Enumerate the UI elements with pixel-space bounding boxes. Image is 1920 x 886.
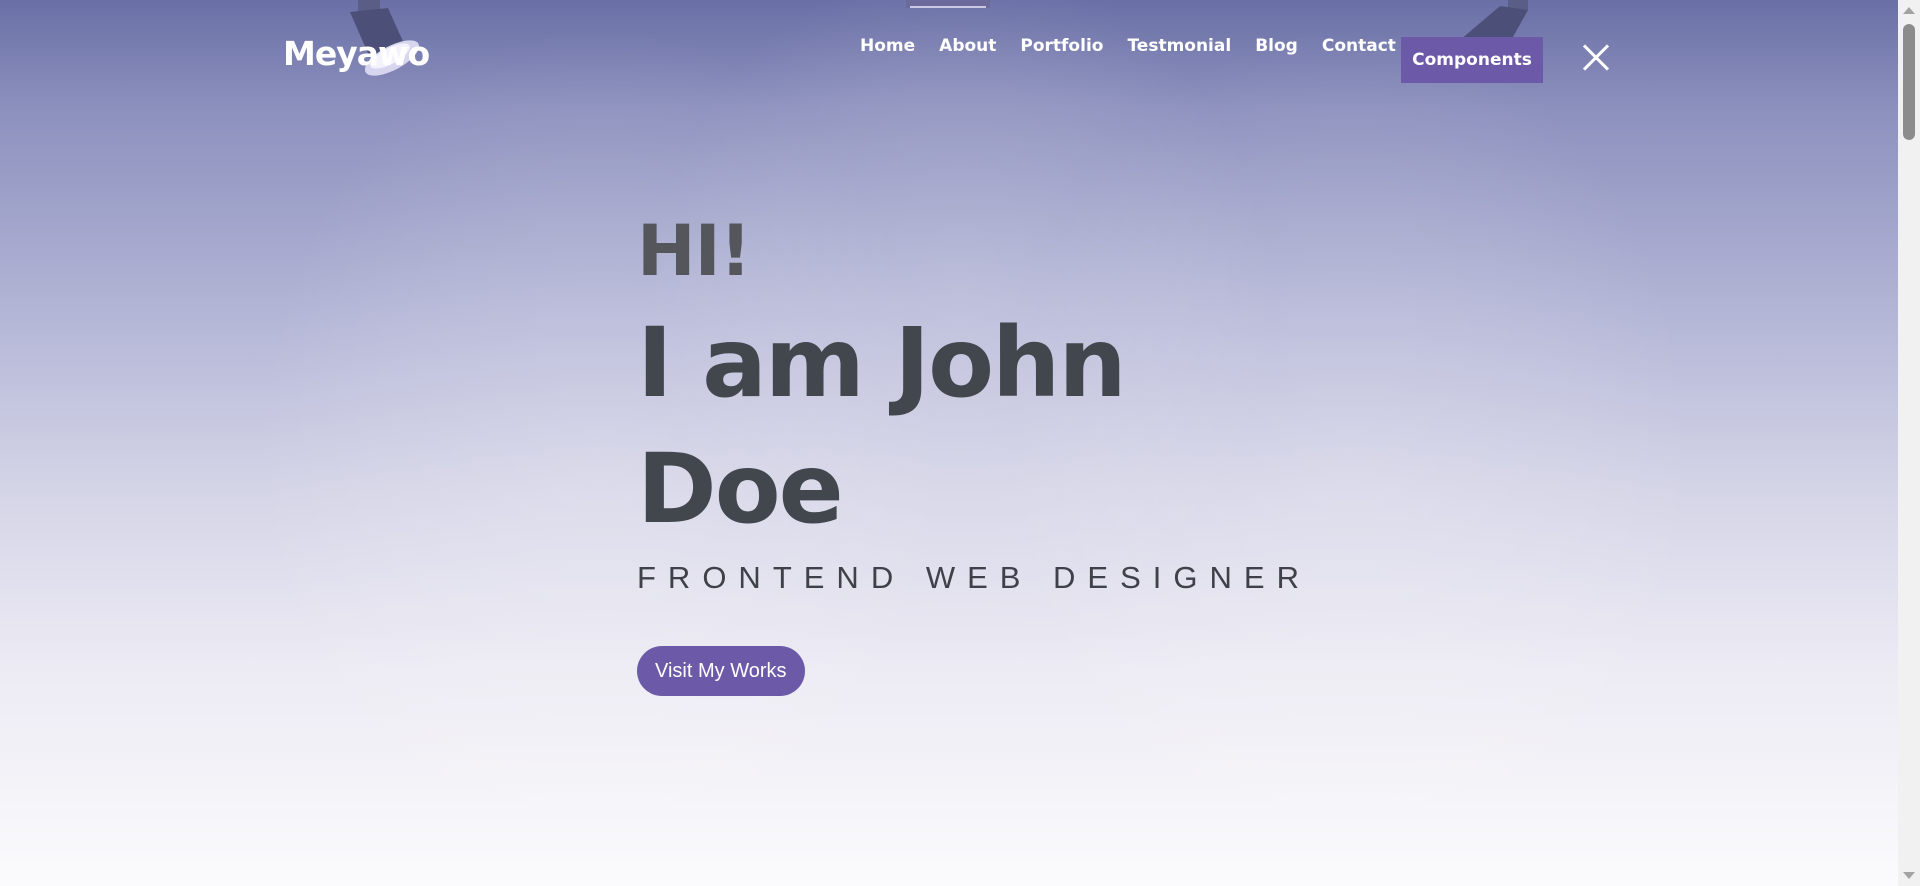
components-button[interactable]: Components	[1401, 37, 1543, 83]
nav-item-about[interactable]: About	[939, 36, 996, 56]
hero-greeting: HI!	[637, 210, 752, 292]
nav-item-home[interactable]: Home	[860, 36, 915, 56]
top-navbar: Meyawo Home About Portfolio Testmonial B…	[0, 0, 1898, 120]
scrollbar-thumb[interactable]	[1903, 24, 1915, 140]
nav-item-testmonial[interactable]: Testmonial	[1127, 36, 1231, 56]
page: Meyawo Home About Portfolio Testmonial B…	[0, 0, 1898, 886]
close-icon[interactable]	[1581, 43, 1611, 73]
nav-menu: Home About Portfolio Testmonial Blog Con…	[860, 36, 1420, 56]
nav-item-portfolio[interactable]: Portfolio	[1020, 36, 1103, 56]
hero-section: HI! I am John Doe FRONTEND WEB DESIGNER …	[637, 200, 1311, 696]
hero-name-line2: Doe	[637, 433, 844, 545]
hero-name: I am John Doe	[637, 300, 1237, 552]
nav-item-contact[interactable]: Contact	[1322, 36, 1396, 56]
hero-name-line1: I am John	[637, 307, 1127, 419]
scroll-down-arrow-icon[interactable]	[1903, 872, 1915, 879]
hero-role: FRONTEND WEB DESIGNER	[637, 560, 1311, 595]
nav-item-blog[interactable]: Blog	[1255, 36, 1298, 56]
visit-my-works-button[interactable]: Visit My Works	[637, 646, 805, 696]
site-logo[interactable]: Meyawo	[283, 34, 430, 73]
scroll-up-arrow-icon[interactable]	[1903, 7, 1915, 14]
vertical-scrollbar[interactable]	[1898, 0, 1920, 886]
